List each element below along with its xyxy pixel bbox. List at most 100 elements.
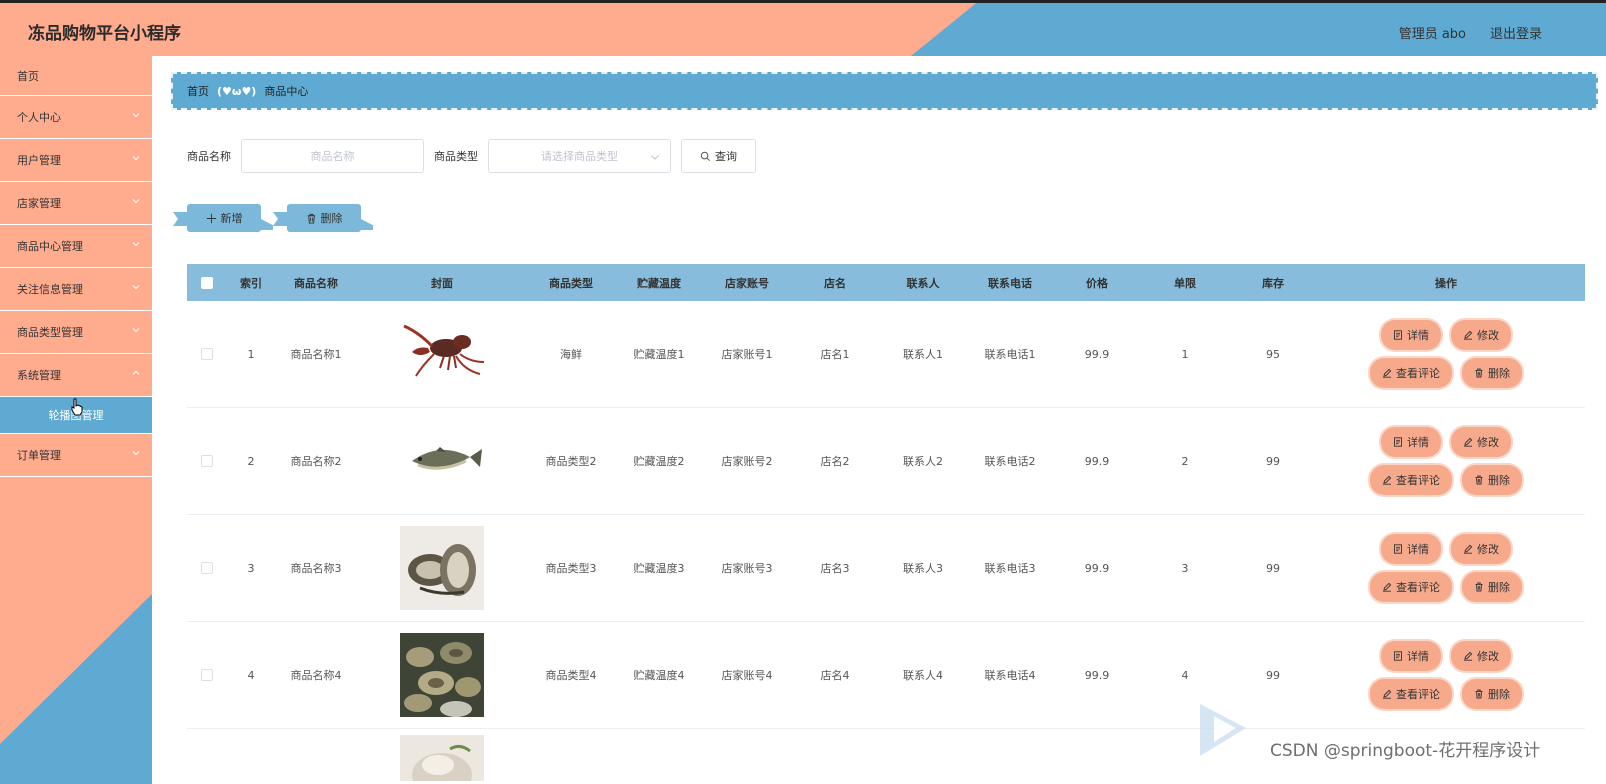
row-delete-button[interactable]: 删除 bbox=[1462, 572, 1522, 602]
cell-type: 商品类型2 bbox=[545, 455, 597, 468]
cell-ops: 详情 修改查看评论 删除 bbox=[1317, 534, 1575, 602]
sidebar-item-product-center[interactable]: 商品中心管理 bbox=[0, 225, 152, 268]
sidebar-item-user-management[interactable]: 用户管理 bbox=[0, 139, 152, 182]
hand-cursor-icon bbox=[71, 398, 83, 416]
plus-icon bbox=[206, 213, 216, 223]
delete-button-label: 删除 bbox=[320, 212, 343, 225]
breadcrumb-separator: (♥ω♥) bbox=[217, 84, 257, 98]
view-comments-button[interactable]: 查看评论 bbox=[1370, 679, 1452, 709]
row-checkbox[interactable] bbox=[201, 348, 213, 360]
cell-cover bbox=[357, 312, 527, 396]
logout-link[interactable]: 退出登录 bbox=[1490, 23, 1542, 42]
detail-button[interactable]: 详情 bbox=[1381, 320, 1441, 350]
detail-button[interactable]: 详情 bbox=[1381, 534, 1441, 564]
cell-index: 2 bbox=[247, 454, 255, 468]
view-comments-button[interactable]: 查看评论 bbox=[1370, 358, 1452, 388]
row-select-cell bbox=[187, 348, 227, 360]
query-button[interactable]: 查询 bbox=[681, 139, 756, 173]
sidebar-item-orders[interactable]: 订单管理 bbox=[0, 434, 152, 477]
product-name-input[interactable]: 商品名称 bbox=[241, 139, 424, 173]
row-delete-button-label: 删除 bbox=[1488, 688, 1510, 701]
product-type-placeholder: 请选择商品类型 bbox=[541, 150, 618, 163]
detail-button[interactable]: 详情 bbox=[1381, 641, 1441, 671]
view-comments-button-label: 查看评论 bbox=[1396, 474, 1440, 487]
trash-icon bbox=[1475, 582, 1483, 592]
row-delete-button-label: 删除 bbox=[1488, 367, 1510, 380]
cell-index: 1 bbox=[247, 347, 255, 361]
row-checkbox[interactable] bbox=[201, 669, 213, 681]
edit-button[interactable]: 修改 bbox=[1451, 641, 1511, 671]
query-button-label: 查询 bbox=[715, 150, 737, 163]
cell-cover bbox=[357, 526, 527, 610]
product-cover-image bbox=[400, 526, 484, 610]
cell-price: 99.9 bbox=[1084, 454, 1110, 468]
cell-limit: 4 bbox=[1181, 668, 1189, 682]
pencil-icon bbox=[1383, 582, 1392, 592]
detail-button[interactable]: 详情 bbox=[1381, 427, 1441, 457]
sidebar-item-system[interactable]: 系统管理 bbox=[0, 354, 152, 397]
breadcrumb-home[interactable]: 首页 bbox=[187, 83, 209, 99]
document-icon bbox=[1394, 651, 1402, 661]
product-cover-image bbox=[400, 419, 484, 503]
header-cell-price: 价格 bbox=[1086, 276, 1108, 290]
cell-cover bbox=[357, 419, 527, 503]
edit-button[interactable]: 修改 bbox=[1451, 320, 1511, 350]
app-title: 冻品购物平台小程序 bbox=[28, 24, 181, 44]
cell-contact: 联系人2 bbox=[903, 455, 943, 468]
select-all-checkbox[interactable] bbox=[201, 276, 213, 289]
row-delete-button[interactable]: 删除 bbox=[1462, 679, 1522, 709]
product-table: 索引 商品名称 封面 商品类型 贮藏温度 店家账号 店名 联系人 联系电话 价格… bbox=[187, 264, 1585, 781]
pencil-icon bbox=[1464, 437, 1473, 447]
row-select-cell bbox=[187, 562, 227, 574]
sidebar-item-shop-management[interactable]: 店家管理 bbox=[0, 182, 152, 225]
row-checkbox[interactable] bbox=[201, 562, 213, 574]
cell-price: 99.9 bbox=[1084, 668, 1110, 682]
batch-delete-button[interactable]: 删除 bbox=[287, 204, 361, 232]
cell-phone: 联系电话1 bbox=[984, 348, 1036, 361]
table-row: 4 商品名称4 商品类型4 贮藏温度4 店家账号4 店名4 联系人4 联系电话4 99.9 4 99… bbox=[187, 622, 1585, 729]
table-row: 2 商品名称2 商品类型2 贮藏温度2 店家账号2 店名2 联系人2 联系电话2 99.9 2 99… bbox=[187, 408, 1585, 515]
cell-account: 店家账号3 bbox=[721, 562, 773, 575]
sidebar: 首页 个人中心 用户管理 店家管理 商品中心管理 关注信息管理 商品类型管理 系… bbox=[0, 56, 152, 784]
sidebar-item-home[interactable]: 首页 bbox=[0, 56, 152, 96]
sidebar-item-label: 个人中心 bbox=[17, 111, 61, 124]
row-checkbox[interactable] bbox=[201, 455, 213, 467]
row-delete-button[interactable]: 删除 bbox=[1462, 465, 1522, 495]
view-comments-button[interactable]: 查看评论 bbox=[1370, 572, 1452, 602]
add-button[interactable]: 新增 bbox=[187, 204, 261, 232]
cell-temp: 贮藏温度2 bbox=[633, 455, 685, 468]
sidebar-item-label: 商品类型管理 bbox=[17, 326, 83, 339]
edit-button[interactable]: 修改 bbox=[1451, 534, 1511, 564]
header-cell-ops: 操作 bbox=[1435, 276, 1457, 290]
document-icon bbox=[1394, 544, 1402, 554]
view-comments-button-label: 查看评论 bbox=[1396, 581, 1440, 594]
view-comments-button[interactable]: 查看评论 bbox=[1370, 465, 1452, 495]
sidebar-item-label: 用户管理 bbox=[17, 154, 61, 167]
cell-account: 店家账号4 bbox=[721, 669, 773, 682]
row-delete-button[interactable]: 删除 bbox=[1462, 358, 1522, 388]
cell-price: 99.9 bbox=[1084, 347, 1110, 361]
table-body: 1 商品名称1 海鲜 贮藏温度1 店家账号1 店名1 联系人1 联系电话1 99.9 1 95 详情修… bbox=[187, 301, 1585, 729]
detail-button-label: 详情 bbox=[1407, 436, 1429, 449]
sidebar-item-label: 首页 bbox=[17, 69, 39, 83]
sidebar-item-personal-center[interactable]: 个人中心 bbox=[0, 96, 152, 139]
edit-button-label: 修改 bbox=[1477, 436, 1499, 449]
watermark-text: CSDN @springboot-花开程序设计 bbox=[1270, 741, 1541, 761]
app-header: 冻品购物平台小程序 管理员 abo 退出登录 bbox=[0, 0, 1606, 56]
header-cell-stock: 库存 bbox=[1262, 276, 1284, 290]
cell-stock: 99 bbox=[1266, 561, 1280, 575]
cell-ops: 详情 修改查看评论 删除 bbox=[1317, 320, 1575, 388]
watermark-logo-icon bbox=[1200, 704, 1246, 756]
pencil-icon bbox=[1464, 651, 1473, 661]
edit-button-label: 修改 bbox=[1477, 329, 1499, 342]
table-row: 1 商品名称1 海鲜 贮藏温度1 店家账号1 店名1 联系人1 联系电话1 99.9 1 95 详情 修… bbox=[187, 301, 1585, 408]
sidebar-item-product-type[interactable]: 商品类型管理 bbox=[0, 311, 152, 354]
cell-contact: 联系人3 bbox=[903, 562, 943, 575]
pencil-icon bbox=[1383, 368, 1392, 378]
header-cell-contact: 联系人 bbox=[906, 276, 940, 290]
sidebar-item-follow-info[interactable]: 关注信息管理 bbox=[0, 268, 152, 311]
edit-button[interactable]: 修改 bbox=[1451, 427, 1511, 457]
row-delete-button-label: 删除 bbox=[1488, 581, 1510, 594]
cell-name: 商品名称1 bbox=[290, 348, 342, 361]
product-type-select[interactable]: 请选择商品类型 bbox=[488, 139, 671, 173]
